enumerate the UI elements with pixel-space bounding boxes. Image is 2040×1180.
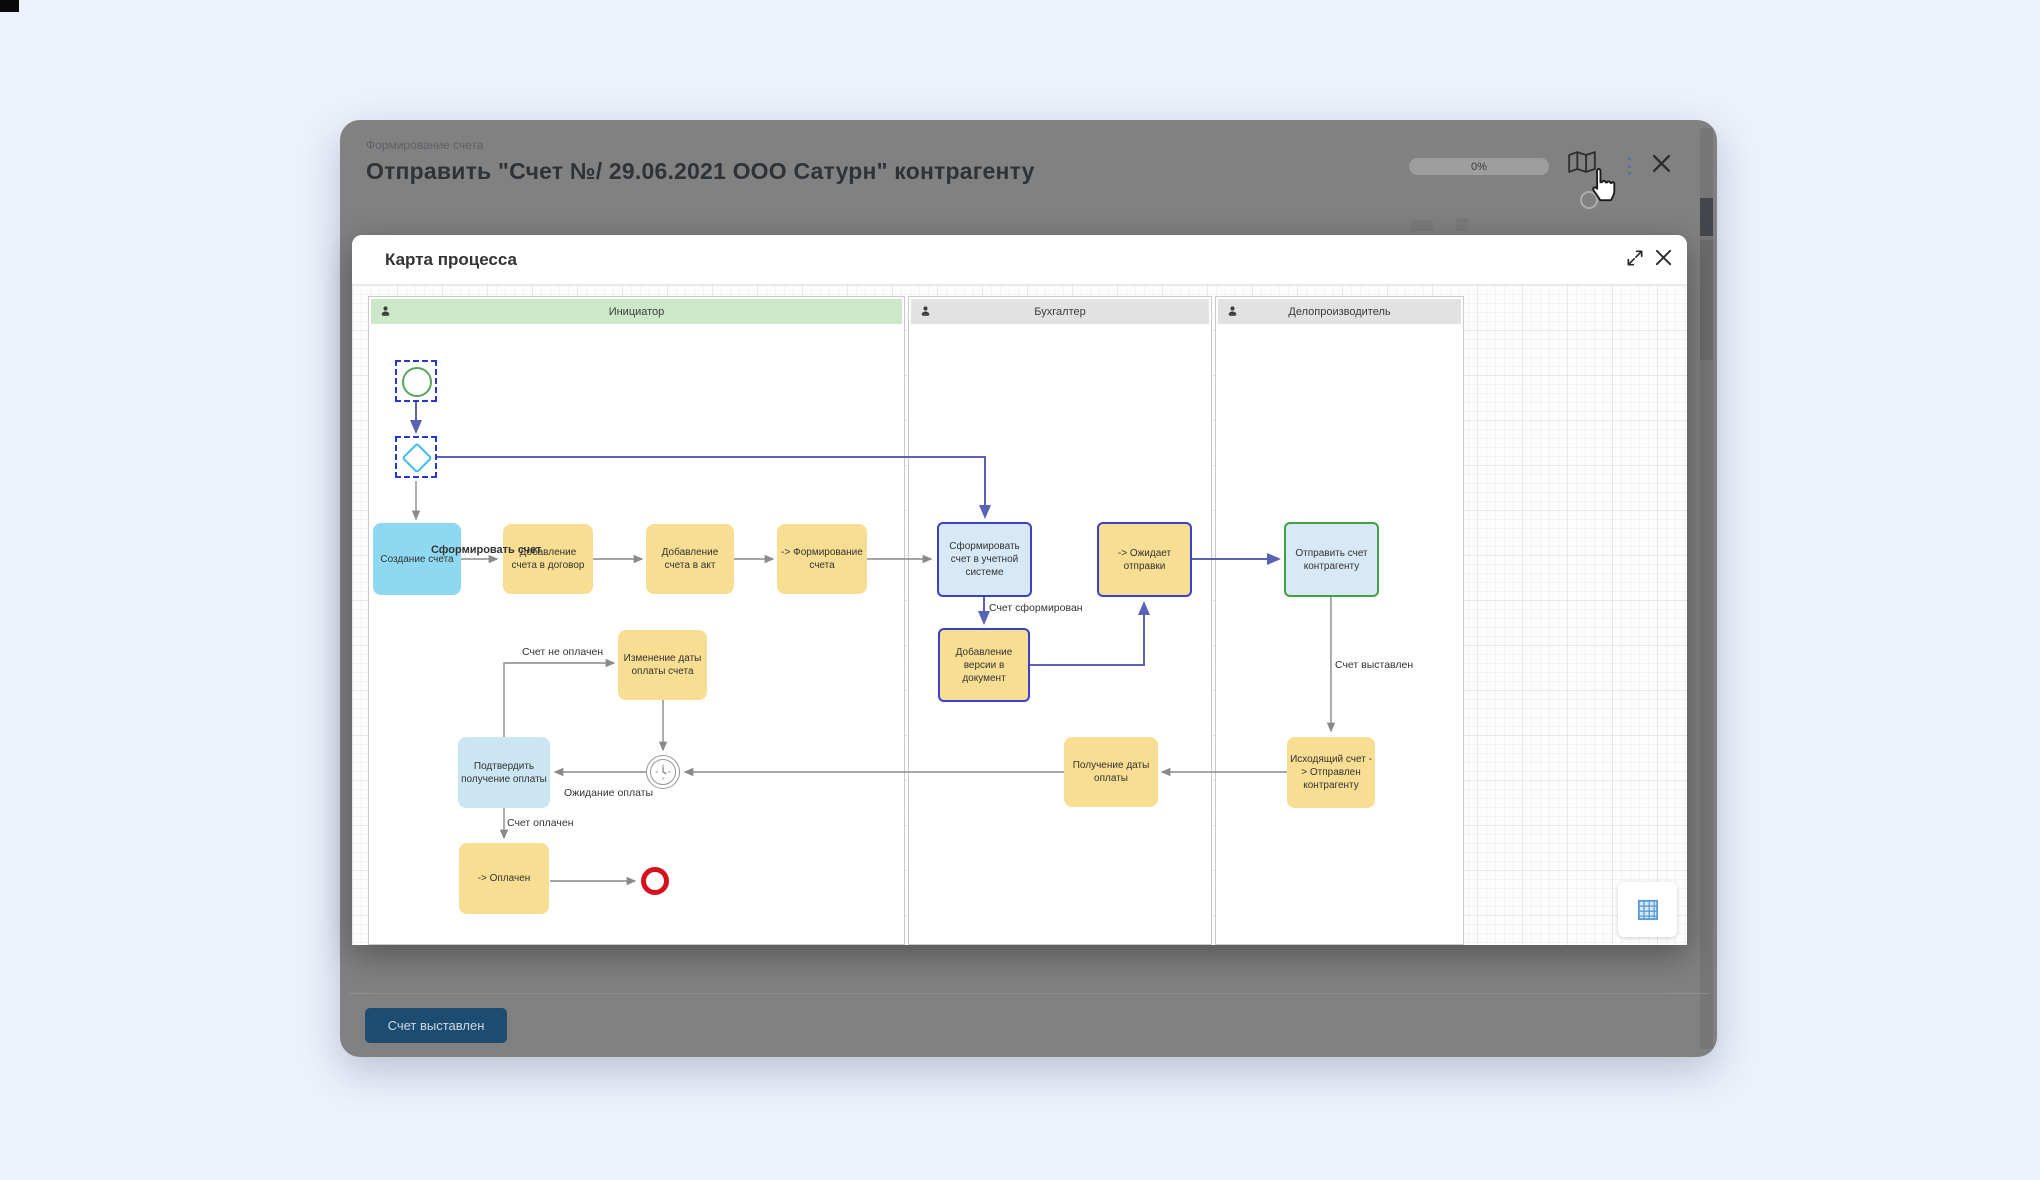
edge-label-invoice-paid: Счет оплачен: [507, 817, 574, 829]
status-outgoing-invoice-sent[interactable]: Исходящий счет -> Отправлен контрагенту: [1287, 737, 1375, 808]
task-create-invoice[interactable]: Создание счета: [373, 523, 461, 595]
status-invoice-forming[interactable]: -> Формирование счета: [777, 524, 867, 594]
task-get-payment-date[interactable]: Получение даты оплаты: [1064, 737, 1158, 807]
window-close-button[interactable]: [1648, 152, 1674, 178]
edge-label-invoice-not-paid: Счет не оплачен: [522, 646, 603, 658]
task-add-invoice-to-contract[interactable]: Добавление счета в договор: [503, 524, 593, 594]
side-panel-edge-mid: [1700, 240, 1713, 360]
task-confirm-payment-receipt[interactable]: Подтвердить получение оплаты: [458, 737, 550, 808]
start-event-selection[interactable]: [395, 360, 437, 402]
side-panel-edge-dark: [1700, 198, 1713, 236]
modal-close-button[interactable]: [1650, 246, 1676, 272]
lane-accountant: Бухгалтер: [908, 296, 1212, 945]
minimap-toggle-button[interactable]: [1618, 882, 1677, 937]
gateway-selection[interactable]: [395, 436, 437, 478]
close-icon: [1651, 153, 1672, 177]
process-map-canvas: Инициатор Бухгалтер Делопроизводитель: [352, 285, 1687, 945]
invoice-issued-button[interactable]: Счет выставлен: [365, 1008, 507, 1043]
edge-label-form-invoice: Сформировать счет: [431, 544, 541, 556]
modal-header: Карта процесса: [352, 235, 1687, 285]
process-map-modal: Карта процесса: [352, 235, 1687, 945]
gateway[interactable]: [401, 442, 432, 473]
lane-label: Бухгалтер: [1034, 306, 1085, 318]
lane-initiator: Инициатор: [368, 296, 905, 945]
screen-corner-artifact: [0, 0, 19, 12]
progress-bar: 0%: [1409, 158, 1549, 175]
progress-value: 0%: [1471, 161, 1487, 173]
task-change-invoice-payment-date[interactable]: Изменение даты оплаты счета: [618, 630, 707, 700]
lane-clerk: Делопроизводитель: [1215, 296, 1464, 945]
dimmed-form-text: [1456, 218, 1468, 231]
edge-label-invoice-formed: Счет сформирован: [989, 602, 1083, 614]
process-map-button[interactable]: [1569, 150, 1595, 176]
task-form-invoice-in-accounting-system[interactable]: Сформировать счет в учетной системе: [937, 522, 1032, 597]
expand-icon: [1625, 248, 1645, 271]
close-icon: [1654, 248, 1673, 270]
dimmed-form-element: [1580, 191, 1598, 209]
lane-label: Инициатор: [609, 306, 665, 318]
dimmed-form-text: [1411, 220, 1433, 231]
footer-divider: [348, 993, 1709, 994]
edge-label-invoice-issued: Счет выставлен: [1335, 659, 1413, 671]
timer-event-payment-waiting[interactable]: [646, 755, 680, 789]
person-icon: [1227, 305, 1238, 317]
person-icon: [920, 305, 931, 317]
process-name: Формирование счета: [366, 138, 483, 152]
end-event[interactable]: [641, 867, 669, 895]
lane-label: Делопроизводитель: [1288, 306, 1390, 318]
kebab-menu-icon[interactable]: [1623, 155, 1635, 177]
edge-label-payment-waiting: Ожидание оплаты: [564, 787, 653, 799]
person-icon: [380, 305, 391, 317]
minimap-grid-icon: [1637, 899, 1659, 921]
task-add-version-to-document[interactable]: Добавление версии в документ: [938, 628, 1030, 702]
task-window: Формирование счета Отправить "Счет №/ 29…: [340, 120, 1717, 1057]
timer-clock-icon: [654, 763, 672, 781]
expand-button[interactable]: [1622, 246, 1648, 272]
status-paid[interactable]: -> Оплачен: [459, 843, 549, 914]
status-awaiting-dispatch[interactable]: -> Ожидает отправки: [1097, 522, 1192, 597]
modal-title: Карта процесса: [385, 250, 517, 270]
task-add-invoice-to-act[interactable]: Добавление счета в акт: [646, 524, 734, 594]
task-title: Отправить "Счет №/ 29.06.2021 ООО Сатурн…: [366, 158, 1035, 185]
map-icon: [1568, 150, 1596, 177]
task-send-invoice-to-counterparty[interactable]: Отправить счет контрагенту: [1284, 522, 1379, 597]
start-event[interactable]: [402, 367, 432, 397]
